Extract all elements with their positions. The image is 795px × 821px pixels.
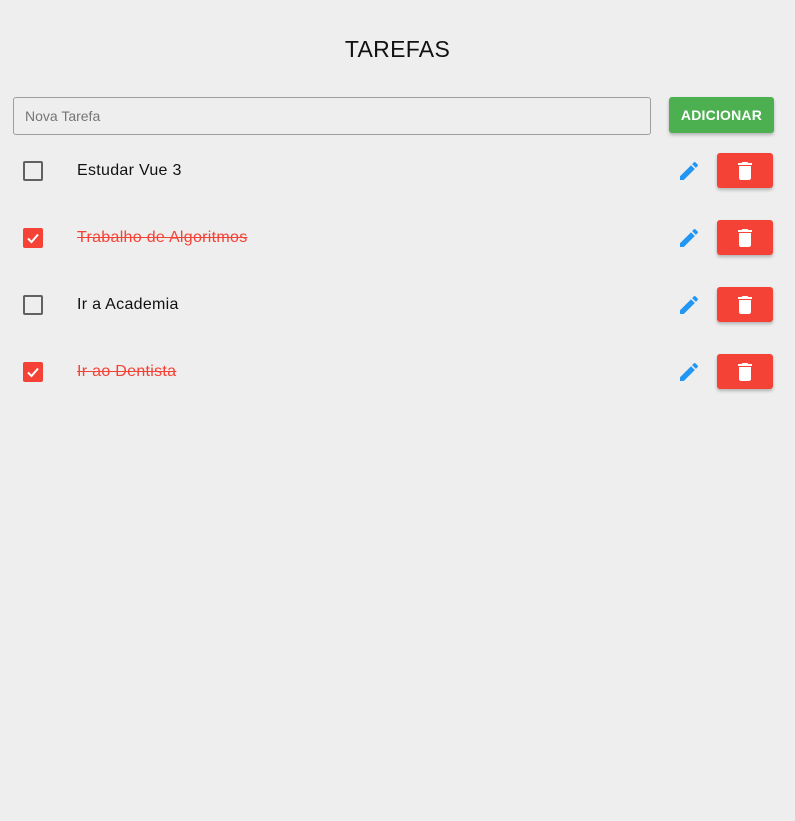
pencil-icon [680,362,699,381]
task-text: Ir a Academia [77,296,179,313]
task-text: Ir ao Dentista [77,363,177,380]
task-text: Trabalho de Algoritmos [77,229,248,246]
page-title: TAREFAS [344,36,451,62]
trash-icon [738,363,752,381]
delete-task-button[interactable] [717,287,773,322]
task-checkbox[interactable] [23,228,43,248]
pencil-icon [680,228,699,247]
check-icon [27,367,39,378]
pencil-icon [680,161,699,180]
task-row: Ir ao Dentista [0,354,795,421]
pencil-icon [680,295,699,314]
task-row: Estudar Vue 3 [0,153,795,220]
trash-icon [738,162,752,180]
delete-task-button[interactable] [717,153,773,188]
task-list: Estudar Vue 3 Trabalho de Algoritmos Ir … [0,153,795,421]
edit-task-button[interactable] [677,360,701,384]
trash-icon [738,296,752,314]
delete-task-button[interactable] [717,354,773,389]
check-icon [27,233,39,244]
task-text: Estudar Vue 3 [77,162,182,179]
task-checkbox[interactable] [23,295,43,315]
task-row: Ir a Academia [0,287,795,354]
new-task-input[interactable] [13,97,651,135]
delete-task-button[interactable] [717,220,773,255]
edit-task-button[interactable] [677,159,701,183]
edit-task-button[interactable] [677,293,701,317]
task-checkbox[interactable] [23,161,43,181]
task-checkbox[interactable] [23,362,43,382]
task-row: Trabalho de Algoritmos [0,220,795,287]
add-task-button[interactable]: ADICIONAR [669,97,774,133]
edit-task-button[interactable] [677,226,701,250]
trash-icon [738,229,752,247]
